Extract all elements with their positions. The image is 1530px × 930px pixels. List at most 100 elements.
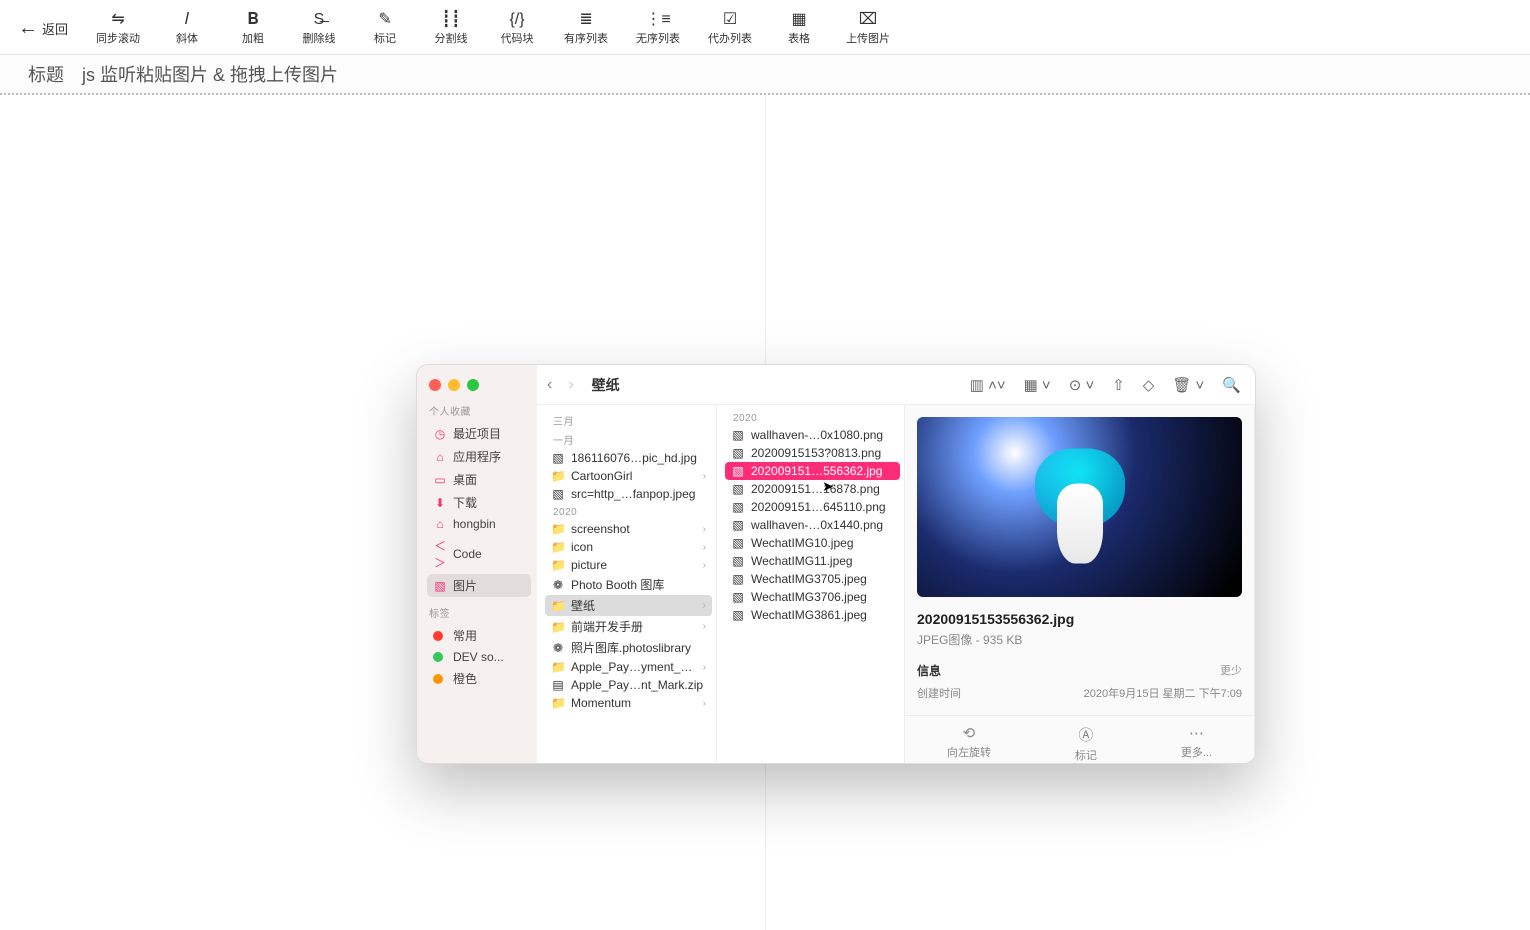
action-icon: Ⓐ xyxy=(1078,724,1093,745)
preview-filename: 20200915153556362.jpg xyxy=(917,611,1242,627)
list-item[interactable]: 📁前端开发手册› xyxy=(545,616,712,637)
close-window-button[interactable] xyxy=(429,379,441,391)
list-item[interactable]: 📁Apple_Pay…yment_Mark› xyxy=(545,658,712,676)
minimize-window-button[interactable] xyxy=(448,379,460,391)
toolbar-有序列表[interactable]: ≣有序列表 xyxy=(564,12,608,46)
list-item[interactable]: 📁icon› xyxy=(545,538,712,556)
trash-button[interactable]: 🗑 ˅ xyxy=(1168,376,1208,394)
sidebar-item-应用程序[interactable]: ⌂应用程序 xyxy=(427,445,531,468)
preview-action-更多...[interactable]: ⋯更多... xyxy=(1181,724,1212,763)
file-icon: ▧ xyxy=(551,487,565,501)
list-item[interactable]: ▧src=http_…fanpop.jpeg xyxy=(545,485,712,503)
sidebar-item-hongbin[interactable]: ⌂hongbin xyxy=(427,514,531,534)
folder-icon: 📁 xyxy=(551,540,565,554)
title-label: 标题 xyxy=(28,61,64,87)
tag-dot-icon xyxy=(433,631,443,641)
title-input[interactable]: js 监听粘贴图片 & 拖拽上传图片 xyxy=(82,61,338,87)
toolbar-表格[interactable]: ▦表格 xyxy=(780,12,818,46)
finder-window: 个人收藏 ◷最近项目⌂应用程序▭桌面⬇下载⌂hongbin＜＞Code▧图片 标… xyxy=(416,364,1256,764)
list-item[interactable]: 📁picture› xyxy=(545,556,712,574)
finder-sidebar: 个人收藏 ◷最近项目⌂应用程序▭桌面⬇下载⌂hongbin＜＞Code▧图片 标… xyxy=(417,365,537,763)
list-item[interactable]: ▧202009151…556362.jpg xyxy=(725,462,900,480)
fullscreen-window-button[interactable] xyxy=(467,379,479,391)
column-group-header: 一月 xyxy=(553,432,712,447)
info-less-toggle[interactable]: 更少 xyxy=(1220,662,1242,679)
sidebar-item-label: 最近项目 xyxy=(453,425,501,442)
folder-icon: 📁 xyxy=(551,522,565,536)
list-item[interactable]: ▧wallhaven-…0x1080.png xyxy=(725,426,900,444)
preview-action-向左旋转[interactable]: ⟲向左旋转 xyxy=(947,724,991,763)
tag-item-常用[interactable]: 常用 xyxy=(427,624,531,647)
folder-icon: 📁 xyxy=(551,599,565,613)
toolbar-icon: ┋┋ xyxy=(441,12,460,28)
tag-label: 橙色 xyxy=(453,670,477,687)
toolbar-icon: 𝐁 xyxy=(247,12,258,28)
list-item[interactable]: ▧WechatIMG3706.jpeg xyxy=(725,588,900,606)
list-item-label: wallhaven-…0x1080.png xyxy=(751,428,883,442)
file-icon: ▧ xyxy=(731,518,745,532)
toolbar-同步滚动[interactable]: ⇋同步滚动 xyxy=(96,12,140,46)
list-item[interactable]: 📁壁纸› xyxy=(545,595,712,616)
folder-icon: 📁 xyxy=(551,558,565,572)
list-item[interactable]: 📁CartoonGirl› xyxy=(545,467,712,485)
toolbar-加粗[interactable]: 𝐁加粗 xyxy=(234,12,272,46)
list-item[interactable]: ▧WechatIMG11.jpeg xyxy=(725,552,900,570)
view-mode-button[interactable]: ▥ ˄˅ xyxy=(966,376,1010,394)
preview-action-标记[interactable]: Ⓐ 标记 xyxy=(1075,724,1097,763)
list-item[interactable]: ▧202009151…16878.png xyxy=(725,480,900,498)
sidebar-item-下载[interactable]: ⬇下载 xyxy=(427,491,531,514)
list-item-label: Momentum xyxy=(571,696,631,710)
list-item[interactable]: ▧WechatIMG3705.jpeg xyxy=(725,570,900,588)
list-item-label: Photo Booth 图库 xyxy=(571,576,664,593)
sidebar-icon: ⬇ xyxy=(433,496,447,510)
preview-meta: JPEG图像 - 935 KB xyxy=(917,631,1242,648)
editor-toolbar: ← 返回 ⇋同步滚动 𝐼斜体 𝐁加粗 S̶删除线 ✎标记 ┋┋分割线 {/}代码块 ≣有序列表… xyxy=(0,3,1530,55)
toolbar-删除线[interactable]: S̶删除线 xyxy=(300,12,338,46)
list-item[interactable]: ▧WechatIMG3861.jpeg xyxy=(725,606,900,624)
file-icon: ▧ xyxy=(731,536,745,550)
nav-forward-button[interactable]: › xyxy=(568,376,573,394)
list-item[interactable]: ▧202009151…645110.png xyxy=(725,498,900,516)
group-by-button[interactable]: ▦ ˅ xyxy=(1020,376,1055,394)
chevron-right-icon: › xyxy=(703,524,706,535)
toolbar-斜体[interactable]: 𝐼斜体 xyxy=(168,12,206,46)
toolbar-代码块[interactable]: {/}代码块 xyxy=(498,12,536,46)
list-item[interactable]: 📁screenshot› xyxy=(545,520,712,538)
finder-column-1: 三月一月▧186116076…pic_hd.jpg📁CartoonGirl›▧s… xyxy=(537,405,717,763)
nav-back-button[interactable]: ‹ xyxy=(547,376,552,394)
toolbar-分割线[interactable]: ┋┋分割线 xyxy=(432,12,470,46)
list-item[interactable]: ▧wallhaven-…0x1440.png xyxy=(725,516,900,534)
toolbar-代办列表[interactable]: ☑代办列表 xyxy=(708,12,752,46)
action-label: 更多... xyxy=(1181,744,1212,760)
list-item[interactable]: ❁照片图库.photoslibrary xyxy=(545,637,712,658)
toolbar-label: 斜体 xyxy=(176,30,198,46)
list-item[interactable]: ▧186116076…pic_hd.jpg xyxy=(545,449,712,467)
toolbar-icon: S̶ xyxy=(314,12,325,28)
tag-item-DEV so...[interactable]: DEV so... xyxy=(427,647,531,667)
toolbar-无序列表[interactable]: ⋮≡无序列表 xyxy=(636,12,680,46)
toolbar-上传图片[interactable]: ⌧上传图片 xyxy=(846,12,890,46)
toolbar-标记[interactable]: ✎标记 xyxy=(366,12,404,46)
file-icon: ❁ xyxy=(551,641,565,655)
sidebar-item-Code[interactable]: ＜＞Code xyxy=(427,534,531,574)
list-item[interactable]: ❁Photo Booth 图库 xyxy=(545,574,712,595)
back-button[interactable]: ← 返回 xyxy=(18,17,68,40)
toolbar-label: 无序列表 xyxy=(636,30,680,46)
tag-item-橙色[interactable]: 橙色 xyxy=(427,667,531,690)
action-label: 标记 xyxy=(1075,747,1097,763)
action-label: 向左旋转 xyxy=(947,744,991,760)
list-item[interactable]: ▧20200915153?0813.png xyxy=(725,444,900,462)
list-item[interactable]: ▧WechatIMG10.jpeg xyxy=(725,534,900,552)
tag-button[interactable]: ◇ xyxy=(1139,376,1159,394)
list-item[interactable]: 📁Momentum› xyxy=(545,694,712,712)
share-button[interactable]: ⇧ xyxy=(1108,376,1129,394)
search-button[interactable]: 🔍 xyxy=(1218,376,1245,394)
toolbar-label: 表格 xyxy=(788,30,810,46)
list-item[interactable]: ▤Apple_Pay…nt_Mark.zip xyxy=(545,676,712,694)
sidebar-item-桌面[interactable]: ▭桌面 xyxy=(427,468,531,491)
arrow-left-icon: ← xyxy=(18,17,38,40)
sidebar-item-最近项目[interactable]: ◷最近项目 xyxy=(427,422,531,445)
actions-menu-button[interactable]: ⊙ ˅ xyxy=(1065,376,1099,394)
sidebar-item-图片[interactable]: ▧图片 xyxy=(427,574,531,597)
column-group-header: 2020 xyxy=(733,413,900,424)
